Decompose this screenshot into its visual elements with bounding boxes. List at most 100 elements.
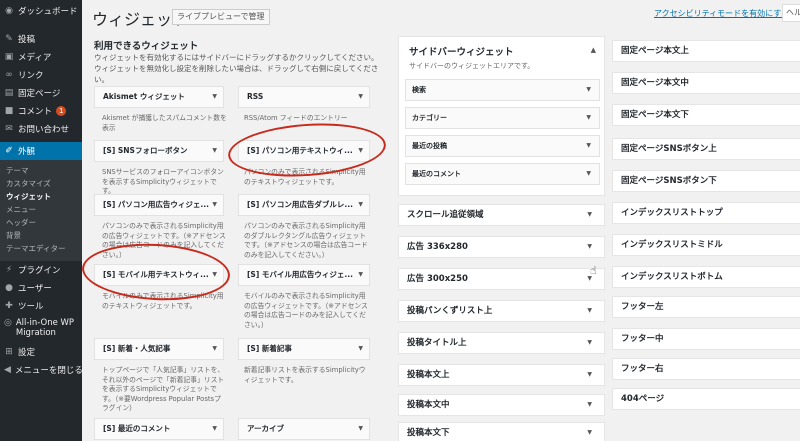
widget-description: SNSサービスのフォローアイコンボタンを表示するSimplicityウィジェット… xyxy=(102,168,224,195)
widget-sns-follow[interactable]: [S] SNSフォローボタン ▼ xyxy=(94,140,224,162)
caret-down-icon: ▼ xyxy=(587,339,592,346)
widget-pc-double-ad[interactable]: [S] パソコン用広告ダブルレ... ▼ xyxy=(238,194,370,216)
widget-new-posts[interactable]: [S] 新着記事 ▼ xyxy=(238,338,370,360)
caret-down-icon: ▼ xyxy=(586,142,591,149)
area-scroll-follow[interactable]: スクロール追従領域 ▼ xyxy=(398,204,605,226)
widget-description: モバイルのみで表示されるSimplicity用のテキストウィジェットです。 xyxy=(102,292,224,310)
submenu-item-theme-editor[interactable]: テーマエディター xyxy=(0,242,82,255)
live-preview-button[interactable]: ライブプレビューで管理 xyxy=(172,9,270,25)
sidebar-item-media[interactable]: ▣ メディア xyxy=(0,48,82,66)
sidebar-item-dashboard[interactable]: ◉ ダッシュボード xyxy=(0,0,82,22)
area-label: 投稿パンくずリスト上 xyxy=(407,306,493,316)
area-footer-right[interactable]: フッター右 xyxy=(612,358,800,380)
widget-mobile-ad[interactable]: [S] モバイル用広告ウィジェ... ▼ xyxy=(238,264,370,286)
accessibility-mode-link[interactable]: アクセシビリティモードを有効にする xyxy=(654,8,789,19)
area-label: インデックスリストボトム xyxy=(621,272,723,282)
widget-label: 最近の投稿 xyxy=(412,142,447,150)
sidebar-item-label: メニューを閉じる xyxy=(14,366,82,376)
submenu-item-widgets[interactable]: ウィジェット xyxy=(0,190,82,203)
widget-pc-text[interactable]: [S] パソコン用テキストウィ... ▼ xyxy=(238,140,370,162)
widget-archive[interactable]: アーカイブ ▼ xyxy=(238,418,370,440)
sidebar-item-users[interactable]: ● ユーザー xyxy=(0,279,82,297)
media-icon: ▣ xyxy=(4,52,14,62)
widget-mobile-text[interactable]: [S] モバイル用テキストウィ... ▼ xyxy=(94,264,224,286)
sidebar-item-migration[interactable]: ◎ All-in-One WP Migration xyxy=(0,315,82,343)
area-label: インデックスリストトップ xyxy=(621,208,723,218)
sidebar-item-plugins[interactable]: ⚡ プラグイン xyxy=(0,261,82,279)
area-footer-middle[interactable]: フッター中 xyxy=(612,328,800,350)
area-footer-left[interactable]: フッター左 xyxy=(612,296,800,318)
caret-down-icon: ▼ xyxy=(358,93,363,100)
sidebar-item-pages[interactable]: ▤ 固定ページ xyxy=(0,84,82,102)
caret-down-icon: ▼ xyxy=(358,147,363,154)
caret-down-icon: ▼ xyxy=(586,114,591,121)
submenu-item-header[interactable]: ヘッダー xyxy=(0,216,82,229)
area-label: 投稿本文中 xyxy=(407,400,450,410)
submenu-item-customize[interactable]: カスタマイズ xyxy=(0,177,82,190)
sidebar-item-tools[interactable]: ✚ ツール xyxy=(0,297,82,315)
mail-icon: ✉ xyxy=(5,124,13,134)
widget-akismet[interactable]: Akismet ウィジェット ▼ xyxy=(94,86,224,108)
area-label: 投稿本文上 xyxy=(407,370,450,380)
area-page-sns-bottom[interactable]: 固定ページSNSボタン下 xyxy=(612,170,800,192)
sidebar-item-posts[interactable]: ✎ 投稿 xyxy=(0,30,82,48)
caret-down-icon: ▼ xyxy=(212,93,217,100)
submenu-item-background[interactable]: 背景 xyxy=(0,229,82,242)
area-page-body-top[interactable]: 固定ページ本文上 xyxy=(612,40,800,62)
area-breadcrumb-top[interactable]: 投稿パンくずリスト上 ▼ xyxy=(398,300,605,322)
area-ad-336x280[interactable]: 広告 336x280 ▼ xyxy=(398,236,605,258)
caret-down-icon: ▼ xyxy=(212,425,217,432)
area-widget-categories[interactable]: カテゴリー ▼ xyxy=(405,107,600,129)
area-post-body-top[interactable]: 投稿本文上 ▼ xyxy=(398,364,605,386)
caret-down-icon: ▼ xyxy=(358,345,363,352)
sidebar-item-settings[interactable]: ⊞ 設定 xyxy=(0,343,82,361)
page-icon: ▤ xyxy=(4,88,14,98)
dashboard-icon: ◉ xyxy=(5,6,13,16)
widget-description: パソコンのみで表示されるSimplicity用のダブルレクタングル広告ウィジェッ… xyxy=(244,222,368,259)
area-widget-recent-comments[interactable]: 最近のコメント ▼ xyxy=(405,163,600,185)
submenu-item-menus[interactable]: メニュー xyxy=(0,203,82,216)
area-ad-300x250[interactable]: 広告 300x250 ▼ xyxy=(398,268,605,290)
submenu-item-themes[interactable]: テーマ xyxy=(0,164,82,177)
area-page-sns-top[interactable]: 固定ページSNSボタン上 xyxy=(612,138,800,160)
area-widget-recent-posts[interactable]: 最近の投稿 ▼ xyxy=(405,135,600,157)
area-index-list-middle[interactable]: インデックスリストミドル xyxy=(612,234,800,256)
widget-label: [S] 新着・人気記事 xyxy=(103,344,171,353)
area-post-body-bottom[interactable]: 投稿本文下 ▼ xyxy=(398,422,605,441)
sidebar-item-collapse[interactable]: ◀ メニューを閉じる xyxy=(0,361,82,379)
caret-up-icon[interactable]: ▲ xyxy=(591,46,596,54)
user-icon: ● xyxy=(5,283,13,293)
appearance-submenu: テーマ カスタマイズ ウィジェット メニュー ヘッダー 背景 テーマエディター xyxy=(0,160,82,261)
sidebar-item-comments[interactable]: ■ コメント 1 xyxy=(0,102,82,120)
widget-description: 新着記事リストを表示するSimplicityウィジェットです。 xyxy=(244,366,366,384)
tool-icon: ✚ xyxy=(5,301,13,311)
area-index-list-top[interactable]: インデックスリストトップ xyxy=(612,202,800,224)
sidebar-area-title[interactable]: サイドバーウィジェット xyxy=(409,44,514,58)
widget-rss[interactable]: RSS ▼ xyxy=(238,86,370,108)
area-page-body-bottom[interactable]: 固定ページ本文下 xyxy=(612,104,800,126)
available-widgets-description: ウィジェットを有効化するにはサイドバーにドラッグするかクリックしてください。ウィ… xyxy=(94,53,379,84)
sidebar-item-appearance[interactable]: ✐ 外観 xyxy=(0,142,82,160)
comment-count-badge: 1 xyxy=(56,106,67,116)
collapse-icon: ◀ xyxy=(4,365,11,375)
area-page-body-middle[interactable]: 固定ページ本文中 xyxy=(612,72,800,94)
area-label: 404ページ xyxy=(621,394,665,404)
area-post-title-top[interactable]: 投稿タイトル上 ▼ xyxy=(398,332,605,354)
area-widget-search[interactable]: 検索 ▼ xyxy=(405,79,600,101)
area-404-page[interactable]: 404ページ xyxy=(612,388,800,410)
widget-new-popular[interactable]: [S] 新着・人気記事 ▼ xyxy=(94,338,224,360)
area-index-list-bottom[interactable]: インデックスリストボトム xyxy=(612,266,800,288)
sidebar-item-label: ダッシュボード xyxy=(18,7,78,17)
widget-pc-ad[interactable]: [S] パソコン用広告ウィジェ... ▼ xyxy=(94,194,224,216)
area-post-body-middle[interactable]: 投稿本文中 ▼ xyxy=(398,394,605,416)
brush-icon: ✐ xyxy=(5,146,13,156)
widget-description: パソコンのみで表示されるSimplicity用のテキストウィジェットです。 xyxy=(244,168,366,186)
area-label: 投稿本文下 xyxy=(407,428,450,438)
sidebar-item-contact[interactable]: ✉ お問い合わせ xyxy=(0,120,82,138)
widget-recent-comments[interactable]: [S] 最近のコメント ▼ xyxy=(94,418,224,440)
caret-down-icon: ▼ xyxy=(212,147,217,154)
caret-down-icon: ▼ xyxy=(587,401,592,408)
help-tab[interactable]: ヘル xyxy=(782,4,800,22)
sidebar-item-links[interactable]: ∞ リンク xyxy=(0,66,82,84)
widget-label: [S] パソコン用広告ウィジェ... xyxy=(103,200,209,209)
